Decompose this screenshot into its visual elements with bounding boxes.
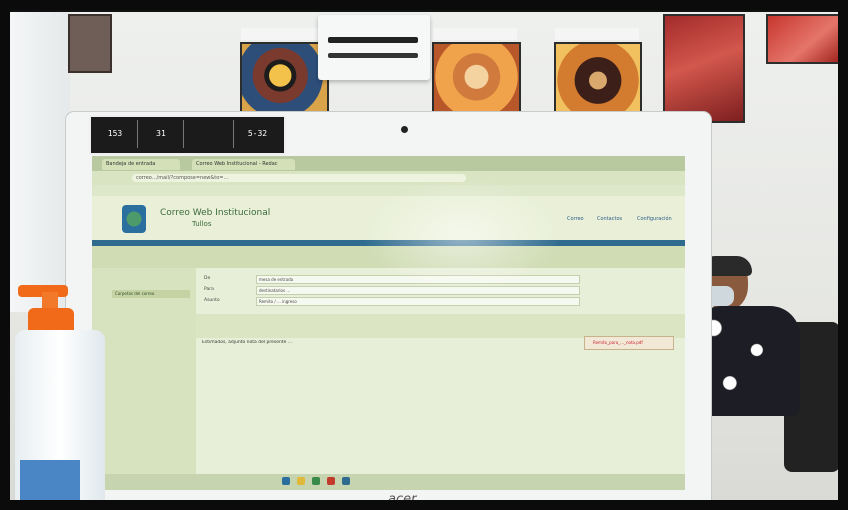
monitor-screen: Bandeja de entrada Correo Web Institucio…: [92, 156, 685, 490]
sticker-cell: [185, 120, 234, 148]
site-title: Correo Web Institucional: [160, 208, 271, 218]
os-taskbar: [92, 474, 685, 490]
taskbar-app-icon[interactable]: [342, 477, 350, 485]
taskbar-app-icon[interactable]: [312, 477, 320, 485]
nav-link-mail[interactable]: Correo: [567, 216, 584, 222]
field-label: Asunto: [204, 298, 220, 303]
nav-link-contacts[interactable]: Contactos: [597, 216, 622, 222]
mail-sidebar: [92, 268, 196, 490]
painting-tag: [241, 28, 325, 40]
window: [10, 12, 70, 312]
taskbar-app-icon[interactable]: [297, 477, 305, 485]
format-toolbar[interactable]: [196, 314, 685, 338]
screen-glare: [362, 176, 562, 296]
sticker-cell: 31: [139, 120, 184, 148]
painting-tag: [555, 28, 639, 40]
browser-tab[interactable]: Bandeja de entrada: [102, 159, 180, 170]
message-body[interactable]: Estimados, adjunto nota del presente ...: [202, 340, 582, 348]
spec-sticker: 153 31 5-32: [89, 115, 286, 155]
air-conditioner: [318, 15, 430, 80]
attachment-chip[interactable]: Remito_para_..._nota.pdf: [584, 336, 674, 350]
subject-field[interactable]: Remito / ... ingreso: [256, 297, 580, 306]
ac-vent: [328, 37, 418, 43]
photo: 153 31 5-32 Bandeja de entrada Correo We…: [0, 0, 848, 510]
sticker-cell: 153: [93, 120, 138, 148]
taskbar-app-icon[interactable]: [282, 477, 290, 485]
painting-3: [554, 42, 642, 122]
compose-area: De mesa de entrada Para destinatarios ..…: [196, 268, 685, 490]
painting-4: [663, 14, 745, 123]
bottle-label: [20, 460, 80, 500]
painting-2: [432, 42, 521, 119]
browser-tab[interactable]: Correo Web Institucional - Redac: [192, 159, 295, 170]
small-frame: [68, 14, 112, 73]
webcam: [401, 126, 408, 133]
sidebar-folder[interactable]: Carpetas del correo: [112, 290, 190, 298]
painting-tag: [433, 28, 517, 40]
taskbar-app-icon[interactable]: [327, 477, 335, 485]
field-label: Para: [204, 287, 214, 292]
browser-tabbar: [92, 156, 685, 171]
field-label: De: [204, 276, 211, 281]
nav-link-settings[interactable]: Configuración: [637, 216, 672, 222]
sticker-cell: 5-32: [247, 129, 268, 138]
subject-row: Asunto Remito / ... ingreso: [196, 296, 666, 306]
painting-1: [240, 42, 329, 116]
ac-vent: [328, 53, 418, 58]
site-logo: [122, 205, 146, 233]
painting-5: [766, 14, 840, 64]
site-subtitle: Tullos: [192, 220, 212, 228]
monitor-brand-logo: acer: [388, 492, 417, 507]
